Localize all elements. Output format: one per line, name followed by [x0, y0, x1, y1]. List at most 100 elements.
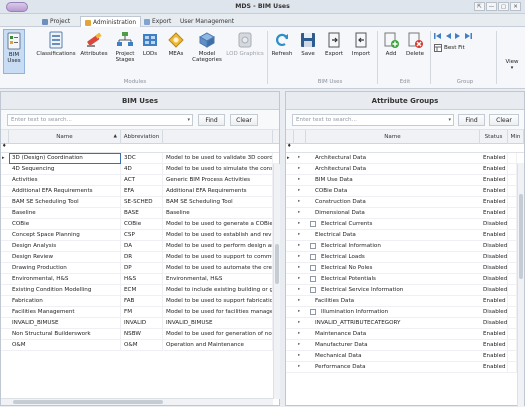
cell-description[interactable]: INVALID_BIMUSE — [163, 318, 273, 329]
last-icon[interactable] — [464, 32, 472, 40]
cell-abbreviation[interactable]: INVALID — [121, 318, 163, 329]
cell-name[interactable]: Electrical Currents — [318, 219, 480, 230]
checkbox[interactable] — [310, 276, 316, 282]
cell-name[interactable]: Existing Condition Modelling — [9, 285, 121, 296]
cell-name[interactable]: BIM Use Data — [312, 175, 480, 186]
expand-icon[interactable]: ▸ — [298, 230, 300, 240]
table-row[interactable]: 4D Sequencing 4D Model to be used to simul… — [1, 164, 279, 175]
cell-min[interactable] — [508, 340, 517, 351]
save-button[interactable]: Save — [298, 29, 318, 74]
table-row[interactable]: Concept Space Planning CSP Model to be use… — [1, 230, 279, 241]
cell-status[interactable]: Disabled — [480, 307, 508, 318]
cell-name[interactable]: BAM SE Scheduling Tool — [9, 197, 121, 208]
cell-description[interactable]: Model to be used to establish and review — [163, 230, 273, 241]
table-row[interactable]: INVALID_BIMUSE INVALID INVALID_BIMUSE — [1, 318, 279, 329]
cell-description[interactable]: Baseline — [163, 208, 273, 219]
cell-status[interactable]: Enabled — [480, 197, 508, 208]
export-button[interactable]: Export — [323, 29, 345, 74]
cell-status[interactable]: Disabled — [480, 241, 508, 252]
cell-min[interactable] — [508, 263, 517, 274]
cell-abbreviation[interactable]: COBie — [121, 219, 163, 230]
cell-name[interactable]: Electrical Loads — [318, 252, 480, 263]
scrollbar-thumb[interactable] — [13, 400, 163, 404]
cell-status[interactable]: Enabled — [480, 186, 508, 197]
cell-description[interactable]: Model to be used to support to communic — [163, 252, 273, 263]
cell-name[interactable]: Fabrication — [9, 296, 121, 307]
cell-status[interactable]: Disabled — [480, 285, 508, 296]
close-icon[interactable]: ✕ — [510, 2, 521, 11]
add-button[interactable]: Add — [381, 29, 401, 74]
cell-status[interactable]: Disabled — [480, 219, 508, 230]
cell-min[interactable] — [508, 274, 517, 285]
cell-name[interactable]: COBie — [9, 219, 121, 230]
column-header-description[interactable] — [163, 130, 273, 144]
table-row[interactable]: Fabrication FAB Model to be used to suppor… — [1, 296, 279, 307]
table-row[interactable]: Drawing Production DP Model to be used to … — [1, 263, 279, 274]
cell-min[interactable] — [508, 230, 517, 241]
cell-description[interactable]: BAM SE Scheduling Tool — [163, 197, 273, 208]
table-row[interactable]: BAM SE Scheduling Tool SE-SCHED BAM SE Sch… — [1, 197, 279, 208]
cell-description[interactable]: Additional EFA Requirements — [163, 186, 273, 197]
table-row[interactable]: ▸ COBie Data Enabled — [286, 186, 524, 197]
cell-description[interactable]: Model to be used for facilities manageme — [163, 307, 273, 318]
table-row[interactable]: ▸ Manufacturer Data Enabled — [286, 340, 524, 351]
table-row[interactable]: Baseline BASE Baseline — [1, 208, 279, 219]
cell-abbreviation[interactable]: 3DC — [121, 153, 163, 164]
cell-name[interactable]: Facilities Management — [9, 307, 121, 318]
table-row[interactable]: Facilities Management FM Model to be used … — [1, 307, 279, 318]
cell-status[interactable]: Enabled — [480, 340, 508, 351]
table-row[interactable]: ▸ Architectural Data Enabled — [286, 164, 524, 175]
vertical-scrollbar[interactable] — [273, 164, 280, 399]
column-header-name[interactable]: Name — [306, 130, 480, 144]
attributes-button[interactable]: Attributes — [80, 29, 108, 74]
project-stages-button[interactable]: Project Stages — [113, 29, 137, 74]
restore-icon[interactable]: ⇱ — [474, 2, 485, 11]
expand-icon[interactable]: ▸ — [298, 296, 300, 306]
cell-abbreviation[interactable]: EFA — [121, 186, 163, 197]
cell-status[interactable]: Enabled — [480, 351, 508, 362]
table-row[interactable]: ▸ BIM Use Data Enabled — [286, 175, 524, 186]
cell-name[interactable]: Construction Data — [312, 197, 480, 208]
table-row[interactable]: ▸ Mechanical Data Enabled — [286, 351, 524, 362]
cell-min[interactable] — [508, 318, 517, 329]
cell-name[interactable]: Dimensional Data — [312, 208, 480, 219]
expand-icon[interactable]: ▸ — [298, 208, 300, 218]
minimize-icon[interactable]: — — [486, 2, 497, 11]
table-row[interactable]: O&M O&M Operation and Maintenance — [1, 340, 279, 351]
cell-min[interactable] — [508, 252, 517, 263]
cell-abbreviation[interactable]: FM — [121, 307, 163, 318]
cell-abbreviation[interactable]: ACT — [121, 175, 163, 186]
cell-name[interactable]: Facilities Data — [312, 296, 480, 307]
table-row[interactable]: ▸ Maintenance Data Enabled — [286, 329, 524, 340]
scrollbar-thumb[interactable] — [519, 194, 523, 279]
table-row[interactable]: ▸ Dimensional Data Enabled — [286, 208, 524, 219]
cell-name[interactable]: INVALID_BIMUSE — [9, 318, 121, 329]
expand-icon[interactable]: ▸ — [298, 318, 300, 328]
expand-icon[interactable]: ▸ — [298, 186, 300, 196]
filter-row[interactable]: ♦ — [286, 143, 524, 153]
cell-status[interactable]: Enabled — [480, 153, 508, 164]
cell-abbreviation[interactable]: H&S — [121, 274, 163, 285]
table-row[interactable]: ▸ Performance Data Enabled — [286, 362, 524, 373]
cell-min[interactable] — [508, 219, 517, 230]
table-row[interactable]: ▸ Electrical Information Disabled — [286, 241, 524, 252]
table-row[interactable]: ▸ Electrical No Poles Disabled — [286, 263, 524, 274]
cell-name[interactable]: Design Review — [9, 252, 121, 263]
checkbox[interactable] — [310, 265, 316, 271]
cell-name[interactable]: 3D (Design) Coordination — [9, 153, 121, 164]
cell-abbreviation[interactable]: CSP — [121, 230, 163, 241]
filter-row[interactable]: ♦ — [1, 143, 279, 153]
cell-name[interactable]: Electrical Service Information — [318, 285, 480, 296]
column-header-status[interactable]: Status — [480, 130, 508, 144]
expand-icon[interactable]: ▸ — [298, 362, 300, 372]
expand-icon[interactable]: ▸ — [298, 241, 300, 251]
table-row[interactable]: Existing Condition Modelling ECM Model to … — [1, 285, 279, 296]
cell-name[interactable]: 4D Sequencing — [9, 164, 121, 175]
cell-name[interactable]: Electrical Data — [312, 230, 480, 241]
cell-status[interactable]: Disabled — [480, 263, 508, 274]
table-row[interactable]: COBie COBie Model to be used to generate a… — [1, 219, 279, 230]
cell-status[interactable]: Enabled — [480, 362, 508, 373]
lods-button[interactable]: LODs — [140, 29, 160, 74]
cell-name[interactable]: Illumination Information — [318, 307, 480, 318]
cell-status[interactable]: Disabled — [480, 252, 508, 263]
